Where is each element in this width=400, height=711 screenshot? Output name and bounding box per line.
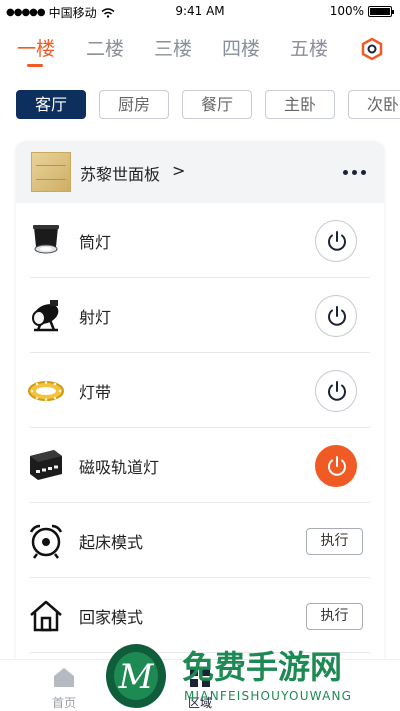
nav-label: 首页: [51, 696, 76, 710]
room-tab-master-bedroom[interactable]: 主卧: [265, 90, 335, 119]
watermark-subtitle: MIANFEISHOUYOUWANG: [184, 689, 352, 703]
nav-item-home[interactable]: 首页: [34, 666, 94, 711]
room-tab-kitchen[interactable]: 厨房: [99, 90, 169, 119]
power-button[interactable]: [315, 220, 357, 262]
power-button[interactable]: [315, 445, 357, 487]
device-label: 磁吸轨道灯: [79, 458, 160, 477]
more-icon[interactable]: [343, 170, 366, 175]
power-icon: [328, 456, 346, 476]
room-tab-dining-room[interactable]: 餐厅: [182, 90, 252, 119]
scene-label: 回家模式: [79, 608, 144, 627]
downlight-icon: [33, 225, 59, 254]
device-label: 灯带: [79, 383, 112, 402]
tab-floor-1[interactable]: 一楼: [17, 34, 55, 61]
power-icon: [328, 231, 346, 251]
scene-label: 起床模式: [79, 533, 144, 552]
status-bar: ●●●●● 中国移动 9:41 AM 100%: [0, 0, 400, 22]
device-row: 射灯: [16, 278, 384, 353]
device-label: 筒灯: [79, 233, 112, 252]
panel-title[interactable]: 苏黎世面板: [80, 161, 160, 185]
panel-card: 苏黎世面板 > 筒灯 射灯 灯带 磁吸轨道灯 起床模式 执行 回家模式 执行: [16, 141, 384, 701]
room-tab-living-room[interactable]: 客厅: [16, 90, 86, 119]
device-label: 射灯: [79, 308, 112, 327]
alarm-clock-icon: [29, 524, 63, 559]
home-nav-icon: [54, 668, 74, 687]
device-row: 磁吸轨道灯: [16, 428, 384, 503]
active-floor-indicator: [27, 64, 43, 67]
power-button[interactable]: [315, 370, 357, 412]
home-icon: [30, 600, 62, 632]
tab-floor-2[interactable]: 二楼: [86, 34, 124, 61]
device-row: 筒灯: [16, 203, 384, 278]
floor-tabs: 一楼 二楼 三楼 四楼 五楼: [0, 30, 400, 70]
panel-header[interactable]: 苏黎世面板 >: [16, 141, 384, 203]
chevron-right-icon[interactable]: >: [172, 161, 185, 180]
watermark-logo: M 免费手游网 MIANFEISHOUYOUWANG: [106, 644, 352, 708]
execute-button[interactable]: 执行: [306, 603, 363, 630]
scene-row: 起床模式 执行: [16, 503, 384, 578]
battery-percent: 100%: [329, 4, 364, 18]
battery-icon: [368, 5, 394, 17]
tab-floor-5[interactable]: 五楼: [290, 34, 328, 61]
tab-floor-4[interactable]: 四楼: [222, 34, 260, 61]
device-row: 灯带: [16, 353, 384, 428]
power-icon: [328, 306, 346, 326]
power-button[interactable]: [315, 295, 357, 337]
room-tabs: 客厅 厨房 餐厅 主卧 次卧: [0, 90, 400, 120]
execute-button[interactable]: 执行: [306, 528, 363, 555]
track-light-icon: [30, 450, 62, 480]
settings-icon[interactable]: [360, 37, 384, 61]
spotlight-icon: [32, 300, 59, 332]
watermark-title: 免费手游网: [182, 648, 342, 686]
panel-thumbnail: [31, 152, 71, 192]
light-strip-icon: [28, 381, 64, 401]
room-tab-second-bedroom[interactable]: 次卧: [348, 90, 400, 119]
svg-text:M: M: [118, 657, 155, 697]
power-icon: [328, 381, 346, 401]
tab-floor-3[interactable]: 三楼: [154, 34, 192, 61]
